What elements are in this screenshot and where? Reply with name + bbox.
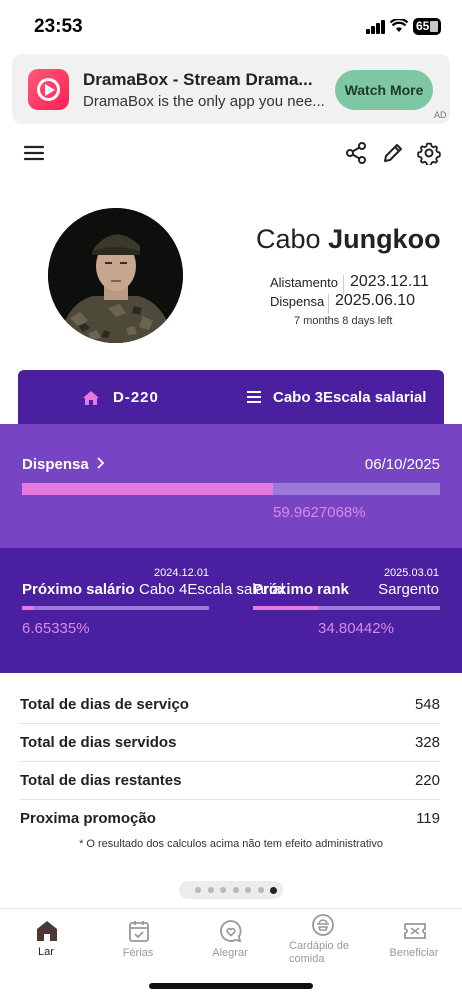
calendar-check-icon	[129, 921, 149, 942]
stat-row: Total de dias servidos 328	[20, 724, 440, 762]
soldier-rank: Cabo	[256, 224, 321, 254]
chevron-right-icon	[97, 457, 105, 469]
discharge-date: 2025.06.10	[335, 292, 416, 309]
nav-label: Lar	[38, 946, 54, 958]
stat-row: Total de dias de serviço 548	[20, 686, 440, 724]
page-indicator[interactable]	[179, 881, 283, 899]
nav-label: Cardápio de comida	[289, 940, 349, 965]
next-salary-progress-bar	[22, 606, 209, 610]
disclaimer-text: * O resultado dos calculos acima não tem…	[79, 838, 383, 850]
app-screen: 23:53 65 DramaBox - Stream Drama... Dram…	[0, 0, 462, 1000]
discharge-progress-fill	[22, 483, 273, 495]
dday-value: D-220	[113, 389, 159, 406]
page-dot[interactable]	[245, 887, 251, 893]
nav-item-cardapio[interactable]: Cardápio de comida	[276, 909, 368, 979]
nav-label: Beneficiar	[389, 947, 439, 959]
stat-value: 220	[414, 772, 440, 789]
remaining-time: 7 months 8 days left	[294, 315, 393, 327]
stat-label: Total de dias restantes	[20, 772, 182, 789]
discharge-percent: 59.9627068%	[273, 504, 366, 521]
next-rank-label: Próximo rank	[253, 581, 349, 598]
list-icon	[247, 391, 261, 403]
status-time: 23:53	[34, 16, 83, 37]
page-dot[interactable]	[232, 887, 239, 893]
discharge-progress-bar	[22, 483, 440, 495]
next-salary-progress-fill	[22, 606, 35, 610]
ad-banner[interactable]: DramaBox - Stream Drama... DramaBox is t…	[12, 54, 450, 124]
stat-label: Total de dias de serviço	[20, 696, 189, 713]
pencil-icon[interactable]	[381, 141, 405, 165]
home-icon	[37, 921, 57, 941]
share-icon[interactable]	[344, 141, 368, 165]
salary-rank-value: Cabo 3Escala salarial	[273, 389, 427, 406]
ticket-icon	[404, 923, 426, 939]
battery-icon: 65	[413, 18, 441, 35]
next-rank-value: Sargento	[378, 581, 439, 598]
home-indicator[interactable]	[149, 983, 313, 989]
page-dot[interactable]	[195, 887, 201, 893]
discharge-link[interactable]: Dispensa	[22, 456, 105, 473]
salary-rank-tab[interactable]: Cabo 3Escala salarial	[247, 370, 437, 426]
next-salary-label: Próximo salário	[22, 581, 135, 598]
stat-label: Proxima promoção	[20, 810, 156, 827]
avatar[interactable]	[48, 208, 183, 343]
next-rank-progress-fill	[253, 606, 319, 610]
soldier-name: Cabo Jungkoo	[256, 224, 441, 255]
page-dot[interactable]	[207, 887, 214, 893]
battery-level: 65	[416, 19, 430, 33]
stat-value: 119	[416, 810, 440, 827]
page-dot[interactable]	[257, 887, 264, 893]
gear-icon[interactable]	[417, 141, 441, 165]
soldier-first-name: Jungkoo	[328, 224, 441, 254]
nav-item-ferias[interactable]: Férias	[92, 909, 184, 979]
watch-more-button[interactable]: Watch More	[335, 70, 433, 110]
promotion-panel: 2024.12.01 Próximo salário Cabo 4Escala …	[0, 548, 462, 673]
stat-row: Total de dias restantes 220	[20, 762, 440, 800]
enlistment-date: 2023.12.11	[350, 273, 429, 290]
ad-title: DramaBox - Stream Drama...	[83, 70, 313, 89]
rice-bowl-icon	[312, 914, 334, 936]
nav-item-home[interactable]: Lar	[0, 909, 92, 979]
nav-item-alegrar[interactable]: Alegrar	[184, 909, 276, 979]
signal-icon	[366, 20, 386, 34]
status-bar: 23:53 65	[0, 0, 462, 50]
wifi-icon	[390, 19, 408, 32]
enlistment-label: Alistamento	[270, 275, 338, 290]
next-salary-percent: 6.65335%	[22, 620, 90, 637]
next-rank-percent: 34.80442%	[318, 620, 394, 637]
menu-icon[interactable]	[22, 141, 46, 165]
rank-bar: D-220 Cabo 3Escala salarial	[18, 370, 444, 426]
discharge-panel-date: 06/10/2025	[364, 456, 440, 473]
ad-tag: AD	[434, 110, 447, 120]
discharge-panel-label: Dispensa	[22, 456, 89, 473]
discharge-row: Dispensa 2025.06.10	[270, 292, 440, 314]
stat-value: 328	[414, 734, 440, 751]
home-icon	[83, 391, 99, 405]
next-rank-progress-bar	[253, 606, 440, 610]
page-dot[interactable]	[220, 887, 226, 893]
stat-value: 548	[414, 696, 440, 713]
nav-item-beneficiar[interactable]: Beneficiar	[368, 909, 460, 979]
nav-label: Alegrar	[212, 947, 248, 959]
discharge-panel: Dispensa 06/10/2025 59.9627068%	[0, 424, 462, 549]
dramabox-logo-icon	[28, 69, 69, 110]
next-rank-date: 2025.03.01	[383, 567, 439, 579]
ad-subtitle: DramaBox is the only app you nee...	[83, 93, 325, 110]
discharge-label: Dispensa	[270, 294, 325, 309]
heart-chat-icon	[220, 920, 242, 943]
soldier-photo	[48, 208, 183, 343]
stat-label: Total de dias servidos	[20, 734, 177, 751]
next-salary-date: 2024.12.01	[154, 567, 210, 579]
page-dot[interactable]	[270, 886, 277, 894]
stat-row: Proxima promoção 119	[20, 800, 440, 838]
nav-label: Férias	[122, 947, 154, 959]
